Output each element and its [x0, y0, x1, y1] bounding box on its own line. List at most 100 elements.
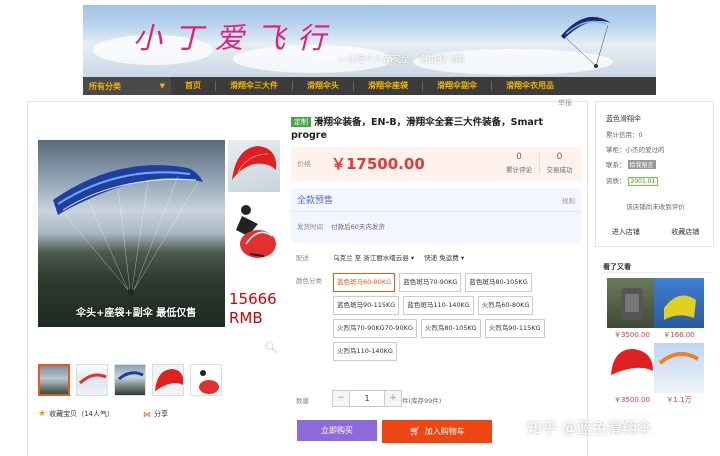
color-option[interactable]: 火烈鸟70-90KG70-90KG — [333, 319, 417, 338]
recommend-image — [607, 278, 657, 328]
review-count: 0 — [516, 152, 522, 162]
presale-title: 全款预售 — [297, 196, 334, 206]
color-option[interactable]: 火烈鸟110-140KG — [333, 342, 397, 361]
sales-count-label: 交易成功 — [546, 166, 573, 174]
favorite-label: 收藏宝贝（14人气） — [49, 410, 114, 418]
thumbnail-4[interactable] — [152, 364, 184, 396]
message-seller-button[interactable]: 给我留言 — [627, 160, 656, 169]
color-option[interactable]: 蓝色斑马80-105KG — [465, 273, 532, 292]
share-label: 分享 — [154, 410, 168, 418]
color-option[interactable]: 火烈鸟80-105KG — [420, 319, 481, 338]
quantity-input[interactable]: 1 — [349, 391, 385, 406]
recommend-price: ￥3500.00 — [614, 331, 650, 339]
main-product-image[interactable]: 伞头+座袋+副伞 最低仅售 — [38, 140, 225, 327]
report-link[interactable]: 举报 — [558, 98, 572, 108]
star-icon: ★ — [38, 409, 47, 419]
quantity-stepper: − 1 + — [332, 390, 402, 407]
qualification-badge[interactable]: 2001.01 — [627, 177, 659, 186]
review-count-label: 累计评论 — [506, 166, 532, 174]
review-count-stat[interactable]: 0 累计评论 — [499, 152, 539, 174]
nav-item-reserve[interactable]: 滑翔伞副伞 — [423, 81, 492, 91]
color-option[interactable]: 蓝色斑马70-90KG — [399, 273, 462, 292]
presale-rule-link[interactable]: 规则 — [562, 195, 575, 205]
nav-item-apparel[interactable]: 滑翔伞衣用品 — [492, 81, 568, 91]
shop-seller: 掌柜：小杰的爱过的 — [606, 146, 665, 154]
collect-shop-button[interactable]: 收藏店铺 — [671, 227, 699, 237]
color-option[interactable]: 蓝色斑马90-115KG — [333, 296, 400, 315]
promo-price-value: 15666 — [229, 290, 277, 308]
shop-actions: 进入店铺 收藏店铺 — [596, 227, 715, 237]
quantity-label: 数量 — [296, 397, 309, 405]
harness-image — [228, 196, 280, 266]
caret-down-icon: ▾ — [460, 254, 465, 262]
recommend-image — [654, 278, 704, 328]
banner-title: 小丁爱飞行 — [133, 21, 339, 55]
recommend-image — [654, 343, 704, 393]
reserve-chute-image — [228, 140, 280, 192]
product-title: 定制 滑翔伞装备，EN-B，滑翔伞全套三大件装备，Smart progre — [291, 116, 551, 142]
recommend-item-1[interactable]: ￥3500.00 — [607, 278, 657, 340]
color-option[interactable]: 蓝色斑马60-80KG — [333, 273, 396, 292]
color-options: 蓝色斑马60-80KG 蓝色斑马70-90KG 蓝色斑马80-105KG 蓝色斑马90… — [333, 273, 553, 361]
delivery-method: 快递 免运费 — [424, 254, 459, 262]
delivery-label: 配送 — [296, 254, 309, 262]
shop-qualification: 资质： 2001.01 — [606, 175, 659, 186]
share-button[interactable]: ⋈ 分享 — [143, 409, 168, 419]
category-dropdown[interactable]: 所有分类 ▼ — [83, 77, 171, 95]
shop-contact: 联系： 给我留言 — [606, 159, 656, 169]
also-viewed-title: 看了又看 — [603, 263, 631, 271]
thumbnail-strip — [38, 364, 222, 396]
recommend-price: ￥3500.00 — [614, 396, 650, 404]
search-icon[interactable]: 🔍︎ — [264, 341, 278, 354]
recommend-item-4[interactable]: ￥1.1万 — [654, 343, 704, 405]
ship-time-value: 付款后60天内发货 — [331, 223, 385, 231]
price-box: 价格 ￥17500.00 0 累计评论 0 交易成功 — [291, 147, 581, 181]
promo-price-unit: RMB — [229, 309, 263, 327]
color-option[interactable]: 火烈鸟90-115KG — [484, 319, 545, 338]
shop-info-panel: 蓝色滑翔伞 累计信用：0 掌柜：小杰的爱过的 联系： 给我留言 资质： 2001.0… — [595, 101, 714, 247]
recommend-item-2[interactable]: ￥166.00 — [654, 278, 704, 340]
enter-shop-button[interactable]: 进入店铺 — [612, 227, 640, 237]
quantity-decrease-button[interactable]: − — [333, 391, 349, 406]
buy-now-button[interactable]: 立即购买 — [297, 420, 377, 441]
nav-item-three-piece[interactable]: 滑翔伞三大件 — [216, 81, 293, 91]
chevron-down-icon: ▼ — [159, 82, 165, 90]
paraglider-logo-icon — [561, 16, 611, 68]
watermark: 知乎 @蓝色滑翔伞 — [527, 419, 652, 437]
recommend-item-3[interactable]: ￥3500.00 — [607, 343, 657, 405]
add-to-cart-label: 加入购物车 — [424, 427, 465, 436]
thumbnail-1[interactable] — [38, 364, 70, 396]
delivery-destination-dropdown[interactable]: 浙江丽水缙云县 ▾ — [363, 254, 414, 262]
recommend-image — [607, 343, 657, 393]
shop-name[interactable]: 蓝色滑翔伞 — [606, 114, 641, 124]
stock-text: 件(库存99件) — [402, 397, 442, 405]
nav-item-harness[interactable]: 滑翔伞座袋 — [354, 81, 423, 91]
shop-banner: 小丁爱飞行 —让每个人都安全，自由的飞翔 — [83, 5, 656, 77]
paraglider-photo — [53, 165, 203, 295]
promo-price-note: 15666 RMB — [229, 290, 277, 328]
qualification-label: 资质： — [606, 177, 626, 185]
banner-slogan: —让每个人都安全，自由的飞翔 — [338, 55, 465, 65]
recommend-price: ￥166.00 — [663, 331, 695, 339]
nav-item-home[interactable]: 首页 — [171, 81, 216, 91]
delivery-method-dropdown[interactable]: 快递 免运费 ▾ — [424, 254, 464, 262]
no-evaluation-text: 该店铺尚未收到评价 — [626, 203, 685, 211]
add-to-cart-button[interactable]: 🛒︎ 加入购物车 — [382, 420, 492, 443]
favorite-button[interactable]: ★ 收藏宝贝（14人气） — [38, 409, 114, 419]
sales-count: 0 — [556, 152, 563, 162]
color-option[interactable]: 火烈鸟60-80KG — [477, 296, 534, 315]
thumbnail-2[interactable] — [76, 364, 108, 396]
caret-down-icon: ▾ — [410, 254, 415, 262]
image-caption: 伞头+座袋+副伞 最低仅售 — [76, 308, 197, 319]
quantity-increase-button[interactable]: + — [385, 391, 401, 406]
color-option[interactable]: 蓝色斑马110-140KG — [403, 296, 474, 315]
recommend-price: ￥1.1万 — [666, 396, 692, 404]
sales-count-stat: 0 交易成功 — [539, 152, 579, 174]
thumbnail-5[interactable] — [190, 364, 222, 396]
product-title-text: 滑翔伞装备，EN-B，滑翔伞全套三大件装备，Smart progre — [291, 117, 544, 141]
share-icon: ⋈ — [143, 409, 151, 419]
nav-item-wing[interactable]: 滑翔伞头 — [293, 81, 354, 91]
thumbnail-3[interactable] — [114, 364, 146, 396]
delivery-row: 配送 乌克兰 至 浙江丽水缙云县 ▾ 快递 免运费 ▾ — [296, 252, 472, 262]
slogan-divider — [315, 57, 335, 58]
